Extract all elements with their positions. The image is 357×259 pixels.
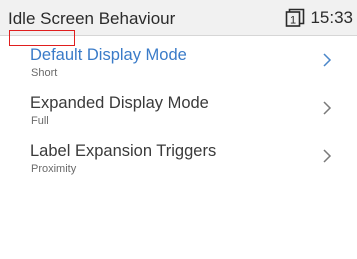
- menu-item-value: Proximity: [31, 163, 77, 175]
- menu-item-expanded-display-mode[interactable]: Expanded Display Mode Full: [0, 84, 357, 132]
- chevron-right-icon: [323, 101, 332, 115]
- menu-list: Default Display Mode Short Expanded Disp…: [0, 36, 357, 180]
- menu-item-label-expansion-triggers[interactable]: Label Expansion Triggers Proximity: [0, 132, 357, 180]
- chevron-right-icon: [323, 53, 332, 67]
- menu-item-label: Expanded Display Mode: [30, 94, 209, 112]
- clock-time: 15:33: [310, 8, 353, 27]
- menu-item-value: Full: [31, 115, 49, 127]
- page-title: Idle Screen Behaviour: [8, 9, 176, 28]
- status-area: 1 15:33: [285, 8, 353, 28]
- menu-item-label: Default Display Mode: [30, 46, 187, 64]
- menu-item-value: Short: [31, 67, 58, 79]
- annotation-highlight-box: [9, 30, 75, 46]
- chevron-right-icon: [323, 149, 332, 163]
- line-number-icon: 1: [286, 8, 305, 27]
- line-number: 1: [290, 14, 296, 26]
- idle-screen-behaviour-screen: Idle Screen Behaviour 1 15:33 Default Di…: [0, 0, 357, 259]
- menu-item-label: Label Expansion Triggers: [30, 142, 217, 160]
